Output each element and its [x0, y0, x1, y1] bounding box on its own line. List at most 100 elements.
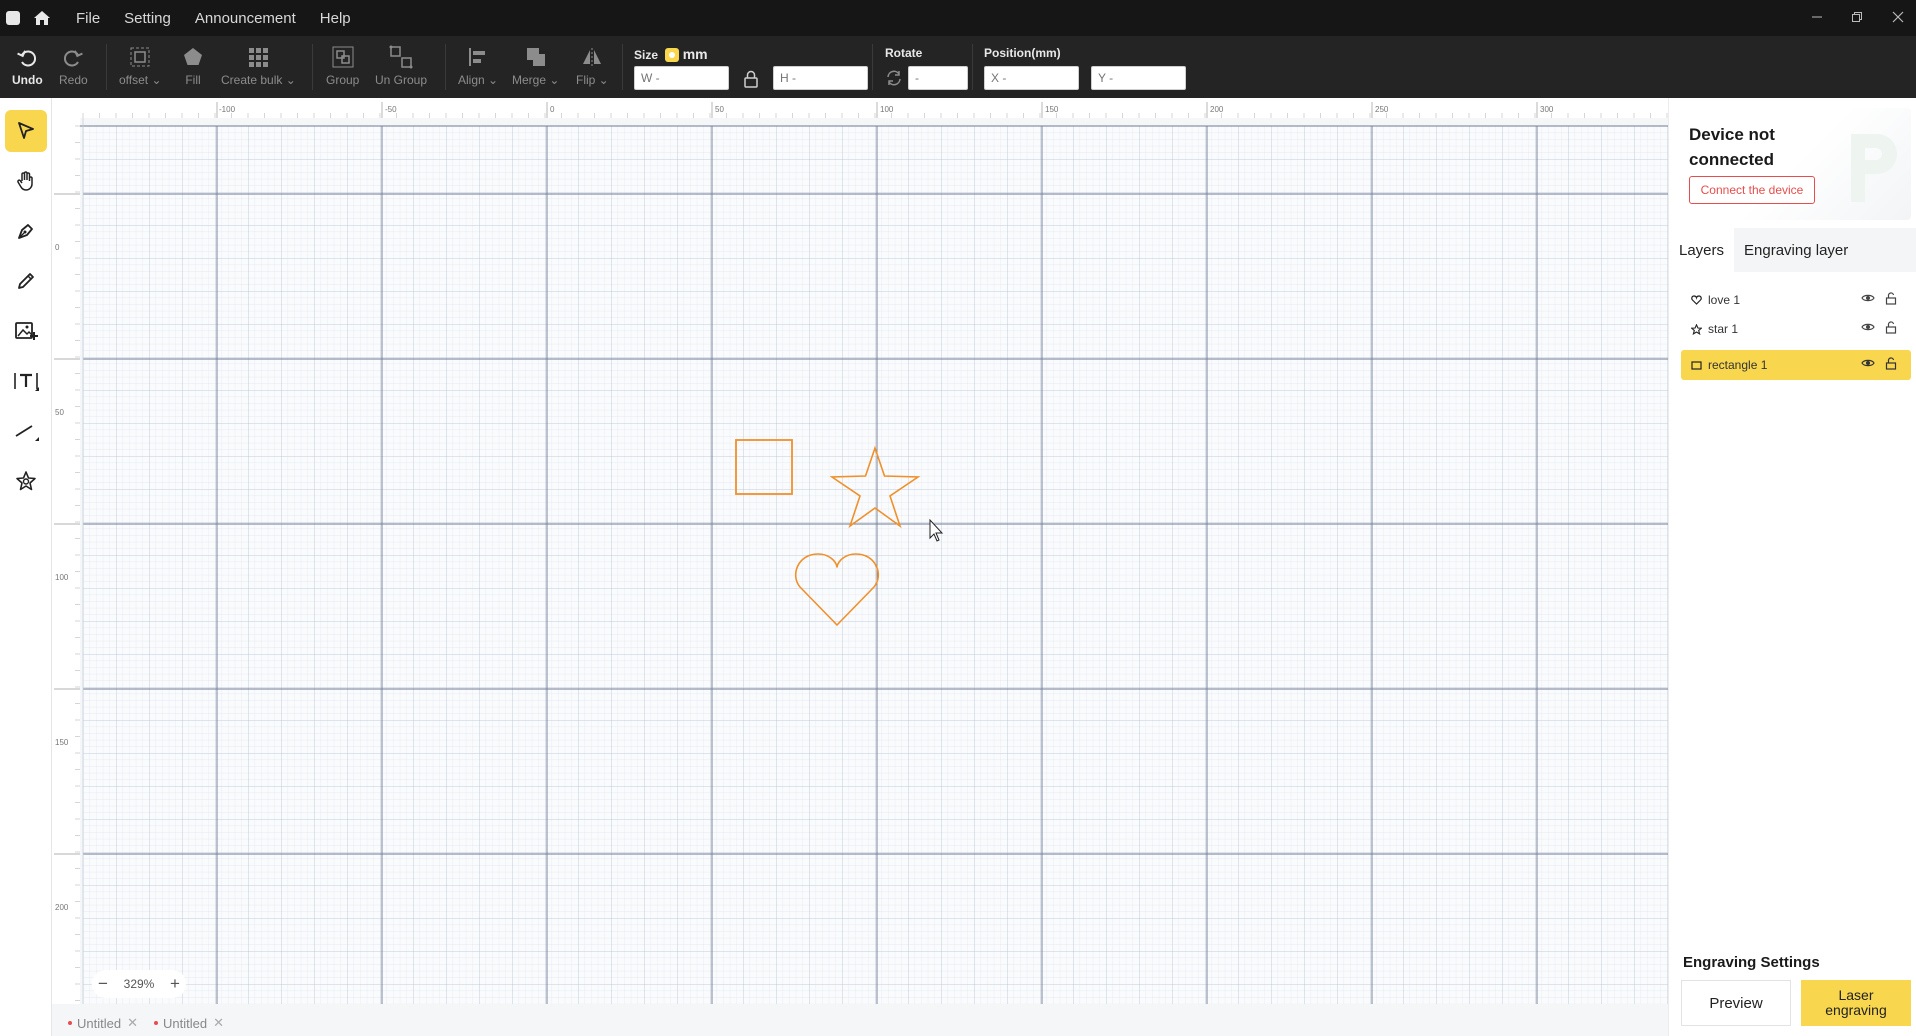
pencil-tool[interactable] [5, 260, 47, 302]
layer-item-love[interactable]: love 1 [1681, 285, 1911, 315]
zoom-in-button[interactable]: + [170, 974, 180, 994]
heart-icon [1691, 295, 1702, 305]
create-bulk-button[interactable]: Create bulk ⌄ [221, 44, 296, 87]
width-input[interactable] [634, 66, 729, 90]
toolbar-divider [622, 44, 623, 90]
star-icon [1691, 323, 1702, 335]
shape-tool[interactable] [5, 460, 47, 502]
fill-button[interactable]: Fill [182, 44, 204, 87]
canvas-grid[interactable]: -100 -50 0 50 100 150 200 250 300 0 50 1… [52, 98, 1668, 1004]
tab-engraving-layer[interactable]: Engraving layer [1734, 228, 1858, 272]
height-input[interactable] [773, 66, 868, 90]
left-toolbar [0, 98, 52, 1036]
design-canvas[interactable]: -100 -50 0 50 100 150 200 250 300 0 50 1… [52, 98, 1668, 1004]
merge-button[interactable]: Merge ⌄ [512, 44, 559, 87]
merge-icon [525, 44, 547, 70]
ruler-top-label: 0 [550, 105, 555, 114]
engraving-settings-title: Engraving Settings [1683, 954, 1820, 971]
pen-tool[interactable] [5, 210, 47, 252]
select-tool[interactable] [5, 110, 47, 152]
zoom-level: 329% [123, 977, 155, 991]
rotate-input[interactable] [908, 66, 968, 90]
close-tab-icon[interactable]: ✕ [127, 1015, 138, 1031]
pentagon-fill-icon [182, 44, 204, 70]
title-bar: File Setting Announcement Help [0, 0, 1916, 36]
align-button[interactable]: Align ⌄ [458, 44, 498, 87]
line-tool[interactable] [5, 410, 47, 452]
rotate-icon[interactable] [885, 69, 903, 92]
layer-tabs: Layers Engraving layer [1669, 228, 1916, 272]
layer-item-rectangle[interactable]: rectangle 1 [1681, 350, 1911, 380]
eye-icon[interactable] [1861, 358, 1875, 368]
flip-button[interactable]: Flip ⌄ [576, 44, 609, 87]
toolbar-divider [445, 44, 446, 90]
grid-icon [247, 44, 269, 70]
menu-announcement[interactable]: Announcement [195, 10, 296, 27]
eye-icon[interactable] [1861, 293, 1875, 303]
offset-icon [128, 44, 152, 70]
device-watermark-icon [1851, 134, 1897, 202]
menu-file[interactable]: File [76, 10, 100, 27]
home-icon[interactable] [32, 8, 52, 28]
ungroup-icon [389, 44, 413, 70]
offset-button[interactable]: offset ⌄ [119, 44, 162, 87]
ruler-left-label: 100 [55, 573, 69, 582]
menu-setting[interactable]: Setting [124, 10, 171, 27]
right-panel: Device not connected Connect the device … [1668, 98, 1916, 1036]
undo-button[interactable]: Undo [12, 44, 43, 87]
text-icon [14, 373, 39, 391]
text-tool[interactable] [5, 360, 47, 402]
tab-layers[interactable]: Layers [1669, 228, 1735, 272]
close-icon[interactable] [1889, 8, 1907, 26]
image-tool[interactable] [5, 310, 47, 352]
shapes-star-icon [16, 471, 36, 491]
size-label: Size mm [634, 46, 708, 62]
unlock-icon[interactable] [1885, 321, 1897, 334]
device-status-card: Device not connected Connect the device [1675, 108, 1911, 220]
ruler-left-label: 200 [55, 903, 69, 912]
ungroup-button[interactable]: Un Group [375, 44, 427, 87]
redo-icon [62, 44, 84, 70]
close-tab-icon[interactable]: ✕ [213, 1015, 224, 1031]
document-tabs: Untitled ✕ Untitled ✕ [52, 1010, 1668, 1036]
eye-icon[interactable] [1861, 322, 1875, 332]
zoom-control: − 329% + [92, 970, 186, 998]
preview-button[interactable]: Preview [1681, 980, 1791, 1026]
group-icon [331, 44, 355, 70]
position-label: Position(mm) [984, 46, 1061, 60]
device-status-title: Device not connected [1689, 125, 1775, 169]
restore-icon[interactable] [1848, 8, 1866, 26]
add-image-icon [15, 322, 38, 340]
pencil-icon [18, 273, 34, 289]
ruler-top-label: 50 [715, 105, 724, 114]
minimize-icon[interactable] [1808, 8, 1826, 26]
laser-engraving-button[interactable]: Laser engraving [1801, 980, 1911, 1026]
redo-button[interactable]: Redo [59, 44, 88, 87]
ruler-left-label: 50 [55, 408, 64, 417]
zoom-out-button[interactable]: − [98, 974, 108, 994]
group-button[interactable]: Group [326, 44, 359, 87]
unit-toggle[interactable] [665, 48, 680, 62]
document-tab[interactable]: Untitled ✕ [153, 1015, 224, 1031]
menu-help[interactable]: Help [320, 10, 351, 27]
undo-icon [16, 44, 38, 70]
unlock-icon[interactable] [1885, 357, 1897, 370]
unsaved-indicator [153, 1021, 158, 1025]
pan-tool[interactable] [5, 160, 47, 202]
toolbar-divider [106, 44, 107, 90]
ruler-top-label: 150 [1045, 105, 1059, 114]
layer-item-star[interactable]: star 1 [1681, 314, 1911, 344]
ruler-top-label: 300 [1540, 105, 1554, 114]
connect-device-button[interactable]: Connect the device [1689, 176, 1815, 204]
toolbar-divider [872, 44, 873, 90]
rotate-label: Rotate [885, 46, 923, 60]
app-logo-icon [6, 11, 20, 25]
flip-icon [581, 44, 603, 70]
position-x-input[interactable] [984, 66, 1079, 90]
pen-nib-icon [18, 224, 33, 239]
toolbar: Undo Redo offset ⌄ Fill Create bulk ⌄ Gr… [0, 36, 1916, 98]
lock-ratio-icon[interactable] [743, 70, 759, 93]
unlock-icon[interactable] [1885, 292, 1897, 305]
position-y-input[interactable] [1091, 66, 1186, 90]
document-tab[interactable]: Untitled ✕ [68, 1015, 138, 1031]
